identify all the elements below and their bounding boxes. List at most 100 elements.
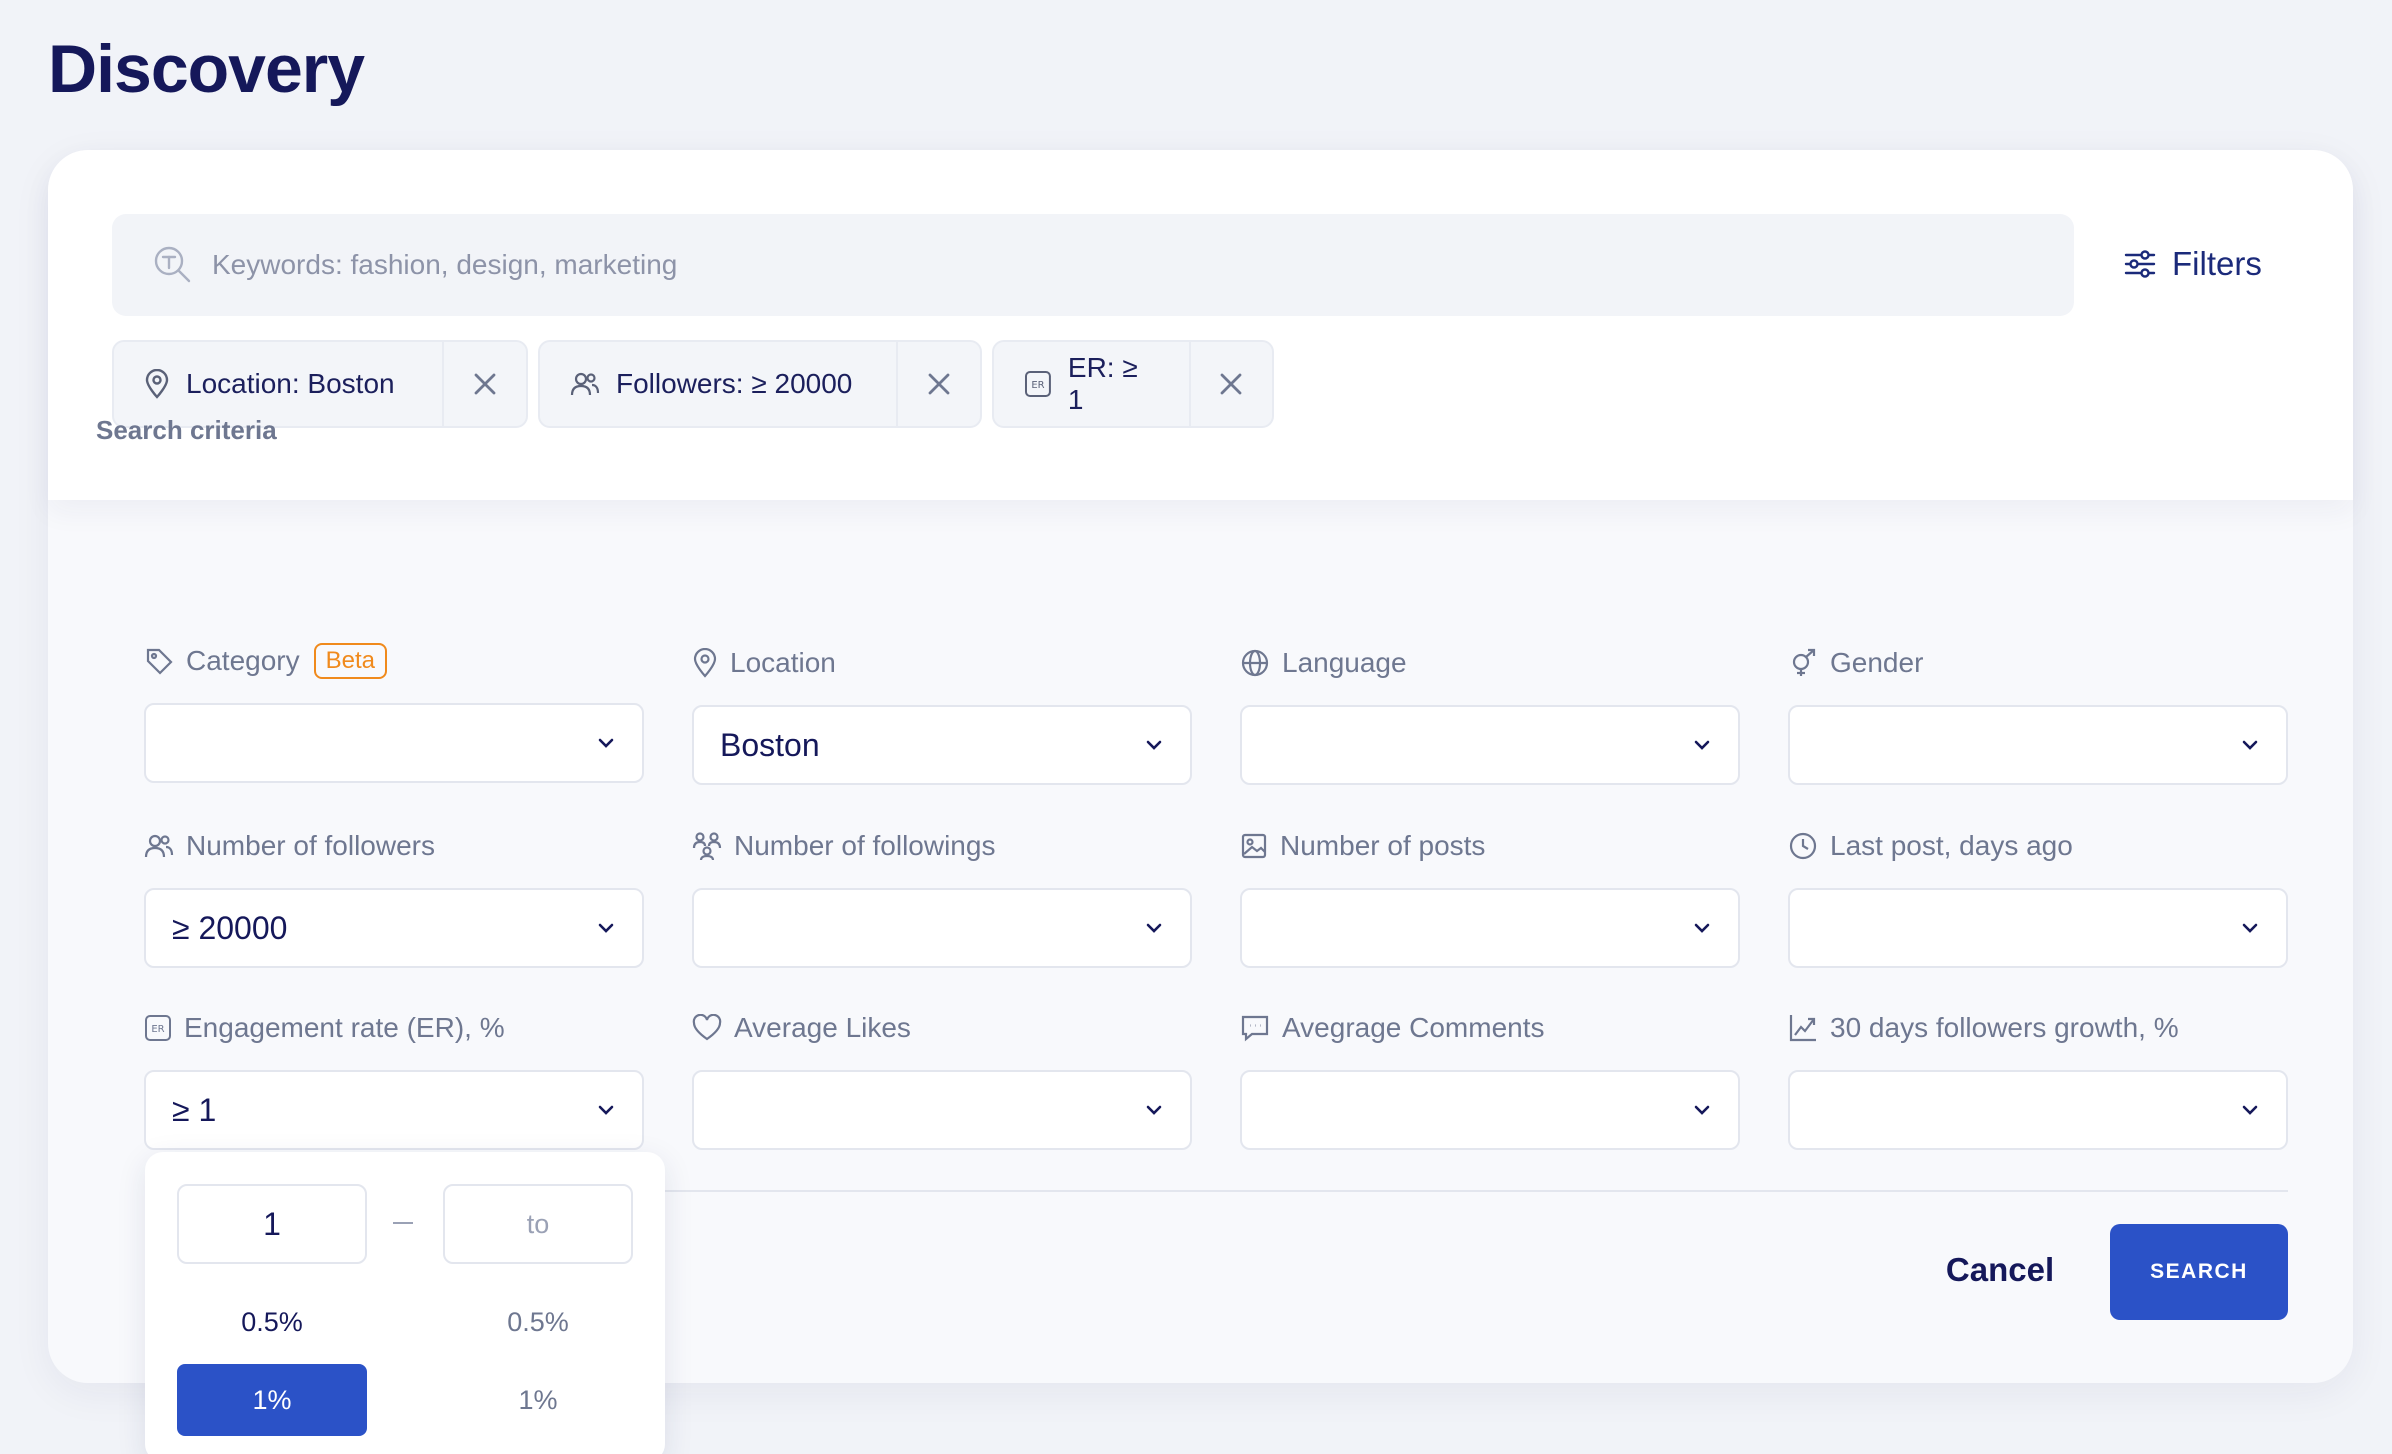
er-icon: ER bbox=[1024, 371, 1051, 397]
average-likes-select[interactable] bbox=[692, 1070, 1192, 1150]
field-label: Number of followers bbox=[186, 830, 435, 861]
chevron-down-icon bbox=[1146, 1105, 1162, 1115]
comment-icon bbox=[1241, 1015, 1269, 1042]
sliders-icon bbox=[2124, 250, 2156, 278]
last-post-select[interactable] bbox=[1788, 888, 2288, 968]
active-filter-chips: Location: Boston Followers: ≥ 20000 ER E… bbox=[112, 340, 1274, 428]
language-select[interactable] bbox=[1240, 705, 1740, 785]
field-followers: Number of followers ≥ 20000 bbox=[144, 826, 644, 968]
chevron-down-icon bbox=[598, 923, 614, 933]
search-icon bbox=[154, 246, 191, 283]
field-label: Last post, days ago bbox=[1830, 830, 2073, 861]
followings-select[interactable] bbox=[692, 888, 1192, 968]
growth-icon bbox=[1789, 1015, 1816, 1042]
cancel-button[interactable]: Cancel bbox=[1930, 1225, 2070, 1315]
search-input[interactable] bbox=[212, 249, 2012, 281]
field-category: Category Beta bbox=[144, 641, 644, 783]
field-label: 30 days followers growth, % bbox=[1830, 1012, 2179, 1043]
range-dash bbox=[393, 1222, 413, 1224]
field-average-likes: Average Likes bbox=[692, 1008, 1192, 1150]
image-icon bbox=[1241, 833, 1267, 859]
search-panel: Filters Location: Boston bbox=[48, 150, 2353, 500]
er-to-input[interactable]: to bbox=[443, 1184, 633, 1264]
field-gender: Gender bbox=[1788, 643, 2288, 785]
page-title: Discovery bbox=[48, 31, 365, 107]
field-label: Avegrage Comments bbox=[1282, 1012, 1545, 1043]
field-engagement-rate: ER Engagement rate (ER), % ≥ 1 bbox=[144, 1008, 644, 1150]
gender-icon bbox=[1792, 648, 1816, 676]
svg-text:ER: ER bbox=[1031, 380, 1044, 391]
chip-followers: Followers: ≥ 20000 bbox=[538, 340, 982, 428]
field-label: Average Likes bbox=[734, 1012, 911, 1043]
field-label: Number of followings bbox=[734, 830, 996, 861]
search-button[interactable]: SEARCH bbox=[2110, 1224, 2288, 1320]
close-icon bbox=[928, 373, 950, 395]
engagement-rate-select[interactable]: ≥ 1 bbox=[144, 1070, 644, 1150]
category-select[interactable] bbox=[144, 703, 644, 783]
chevron-down-icon bbox=[1146, 740, 1162, 750]
chevron-down-icon bbox=[598, 738, 614, 748]
chip-er-remove-button[interactable] bbox=[1188, 342, 1272, 426]
followers-growth-select[interactable] bbox=[1788, 1070, 2288, 1150]
divider bbox=[660, 1190, 2288, 1192]
followings-icon bbox=[692, 832, 722, 861]
close-icon bbox=[474, 373, 496, 395]
pin-icon bbox=[145, 369, 169, 399]
chevron-down-icon bbox=[2242, 740, 2258, 750]
users-icon bbox=[144, 834, 174, 858]
chevron-down-icon bbox=[1146, 923, 1162, 933]
field-label: Engagement rate (ER), % bbox=[184, 1012, 505, 1043]
er-to-option[interactable]: 0.5% bbox=[443, 1286, 633, 1358]
pin-icon bbox=[693, 648, 717, 678]
search-bar[interactable] bbox=[112, 214, 2074, 316]
svg-text:ER: ER bbox=[151, 1024, 164, 1035]
select-value: Boston bbox=[720, 726, 820, 763]
er-to-option[interactable]: 1% bbox=[443, 1364, 633, 1436]
chevron-down-icon bbox=[2242, 1105, 2258, 1115]
chip-er: ER ER: ≥ 1 bbox=[992, 340, 1274, 428]
search-criteria-title: Search criteria bbox=[96, 415, 277, 445]
posts-select[interactable] bbox=[1240, 888, 1740, 968]
globe-icon bbox=[1241, 649, 1269, 677]
chevron-down-icon bbox=[1694, 740, 1710, 750]
chip-label: Followers: ≥ 20000 bbox=[616, 368, 853, 399]
clock-icon bbox=[1789, 832, 1817, 860]
er-from-input[interactable]: 1 bbox=[177, 1184, 367, 1264]
field-followers-growth: 30 days followers growth, % bbox=[1788, 1008, 2288, 1150]
select-value: ≥ 20000 bbox=[172, 909, 288, 946]
er-from-option[interactable]: 0.5% bbox=[177, 1286, 367, 1358]
filters-button[interactable]: Filters bbox=[2124, 234, 2262, 294]
chevron-down-icon bbox=[598, 1105, 614, 1115]
chip-label: ER: ≥ 1 bbox=[1067, 352, 1138, 415]
field-location: Location Boston bbox=[692, 643, 1192, 785]
field-label: Language bbox=[1282, 647, 1407, 678]
close-icon bbox=[1220, 373, 1242, 395]
field-label: Location bbox=[730, 647, 836, 678]
field-label: Gender bbox=[1830, 647, 1924, 678]
location-select[interactable]: Boston bbox=[692, 705, 1192, 785]
chevron-down-icon bbox=[1694, 1105, 1710, 1115]
er-range-dropdown: 1 to 0.5% 0.5% 1% 1% bbox=[145, 1152, 665, 1454]
er-icon: ER bbox=[145, 1015, 171, 1041]
chevron-down-icon bbox=[1694, 923, 1710, 933]
field-label: Number of posts bbox=[1280, 830, 1486, 861]
users-icon bbox=[570, 372, 600, 396]
followers-select[interactable]: ≥ 20000 bbox=[144, 888, 644, 968]
tag-icon bbox=[146, 648, 173, 675]
field-average-comments: Avegrage Comments bbox=[1240, 1008, 1740, 1150]
chevron-down-icon bbox=[2242, 923, 2258, 933]
beta-badge: Beta bbox=[313, 643, 387, 679]
heart-icon bbox=[692, 1014, 722, 1041]
field-last-post: Last post, days ago bbox=[1788, 826, 2288, 968]
filters-label: Filters bbox=[2172, 245, 2262, 282]
average-comments-select[interactable] bbox=[1240, 1070, 1740, 1150]
chip-location-remove-button[interactable] bbox=[442, 342, 526, 426]
field-language: Language bbox=[1240, 643, 1740, 785]
er-from-option-selected[interactable]: 1% bbox=[177, 1364, 367, 1436]
chip-followers-remove-button[interactable] bbox=[896, 342, 980, 426]
field-posts: Number of posts bbox=[1240, 826, 1740, 968]
select-value: ≥ 1 bbox=[172, 1091, 217, 1128]
gender-select[interactable] bbox=[1788, 705, 2288, 785]
chip-label: Location: Boston bbox=[186, 368, 395, 399]
field-label: Category bbox=[186, 645, 300, 676]
